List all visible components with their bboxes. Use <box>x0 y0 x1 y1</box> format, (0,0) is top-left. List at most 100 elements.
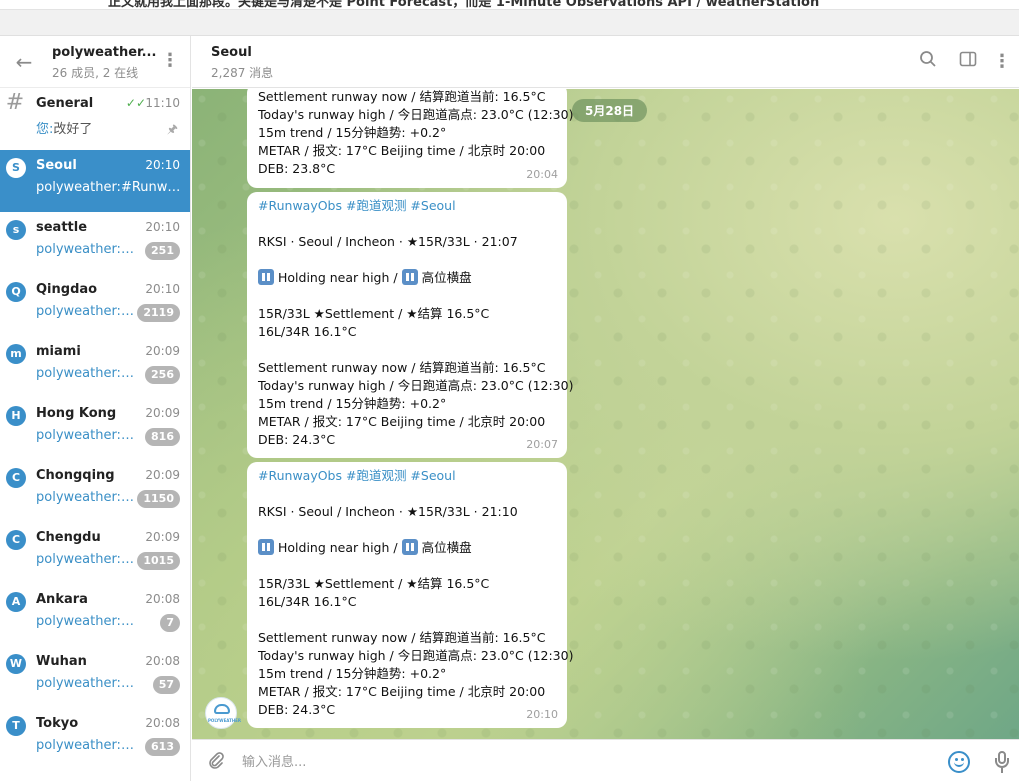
unread-badge: 256 <box>145 366 180 384</box>
runway-line: 15R/33L ★Settlement / ★结算 16.5°C <box>258 306 490 321</box>
topic-last-message: polyweather:#... <box>36 304 144 319</box>
station-line: RKSI · Seoul / Incheon · ★15R/33L · 21:1… <box>258 504 518 519</box>
emoji-icon[interactable] <box>948 751 970 773</box>
topic-icon: A <box>6 592 26 612</box>
message-input[interactable] <box>242 750 922 774</box>
message-line: Settlement runway now / 结算跑道当前: 16.5°C <box>258 360 546 375</box>
unread-badge: 251 <box>145 242 180 260</box>
bot-avatar[interactable]: POLYWEATHER <box>205 697 241 729</box>
topic-time: 20:10 <box>145 282 180 296</box>
topic-name: Chengdu <box>36 530 101 545</box>
message-bubble[interactable]: Settlement runway now / 结算跑道当前: 16.5°C To… <box>247 89 573 188</box>
topic-icon: C <box>6 530 26 550</box>
topic-item-general[interactable]: # General ✓✓ 11:10 您:改好了 🖈 <box>0 88 190 150</box>
back-arrow-icon[interactable]: ← <box>12 50 36 74</box>
topic-icon: T <box>6 716 26 736</box>
message-time: 20:10 <box>526 708 558 721</box>
topic-item-miami[interactable]: mmiami 20:09polyweather:#Ai...256 <box>0 336 190 398</box>
unread-badge: 613 <box>145 738 180 756</box>
topic-name: Ankara <box>36 592 88 607</box>
topic-last-message: polyweather:#Ai... <box>36 366 144 381</box>
message-time: 20:04 <box>526 168 558 181</box>
topic-last-message: polyweather:#Airp... <box>36 614 144 629</box>
message-line: DEB: 24.3°C <box>258 702 336 717</box>
runway-line: 16L/34R 16.1°C <box>258 594 357 609</box>
status-line: Holding near high / 高位横盘 <box>258 539 557 557</box>
topic-item-qingdao[interactable]: Q Qingdao 20:10 polyweather:#... 2119 <box>0 274 190 336</box>
topic-icon: H <box>6 406 26 426</box>
unread-badge: 1150 <box>137 490 180 508</box>
search-icon[interactable] <box>916 50 940 74</box>
paperclip-icon[interactable] <box>204 750 228 774</box>
message-line: 15m trend / 15分钟趋势: +0.2° <box>258 666 447 681</box>
message-line: DEB: 24.3°C <box>258 432 336 447</box>
topic-item-seoul[interactable]: S Seoul 20:10 polyweather:#Runway... <box>0 150 190 212</box>
message-line: Today's runway high / 今日跑道高点: 23.0°C (12… <box>258 648 574 663</box>
topic-name: Wuhan <box>36 654 87 669</box>
topic-icon: C <box>6 468 26 488</box>
topic-time: 11:10 <box>145 96 180 110</box>
message-area[interactable]: 5月28日 Settlement runway now / 结算跑道当前: 16… <box>192 89 1019 739</box>
cloud-icon <box>214 704 230 714</box>
topic-time: 20:09 <box>145 406 180 420</box>
topic-time: 20:10 <box>145 158 180 172</box>
topic-icon: m <box>6 344 26 364</box>
status-line: Holding near high / 高位横盘 <box>258 269 557 287</box>
group-title: polyweather... <box>52 45 157 60</box>
message-line: Settlement runway now / 结算跑道当前: 16.5°C <box>258 630 546 645</box>
topic-name: General <box>36 96 94 111</box>
topic-item-tokyo[interactable]: T Tokyo 20:08polyweather:#Ai...613 <box>0 708 190 770</box>
topic-last-message: polyweather:#Ai... <box>36 242 144 257</box>
message-time: 20:07 <box>526 438 558 451</box>
topic-icon: Q <box>6 282 26 302</box>
topic-icon: s <box>6 220 26 240</box>
message-bubble[interactable]: #RunwayObs #跑道观测 #Seoul RKSI · Seoul / I… <box>247 462 574 728</box>
topic-name: Tokyo <box>36 716 79 731</box>
topic-last-message: 您:改好了 <box>36 122 93 137</box>
unread-badge: 7 <box>160 614 180 632</box>
message-bubble[interactable]: #RunwayObs #跑道观测 #Seoul RKSI · Seoul / I… <box>247 192 574 458</box>
topic-list: # General ✓✓ 11:10 您:改好了 🖈 S Seoul 20:10 polyweat… <box>0 88 190 770</box>
double-check-icon: ✓✓ <box>125 96 146 110</box>
topic-icon: S <box>6 158 26 178</box>
message-line: METAR / 报文: 17°C Beijing time / 北京时 20:0… <box>258 143 546 158</box>
topic-item-wuhan[interactable]: W Wuhan 20:08polyweather:#Air... 57 <box>0 646 190 708</box>
runway-line: 16L/34R 16.1°C <box>258 324 357 339</box>
topic-name: Hong Kong <box>36 406 117 421</box>
chat-message-count: 2,287 消息 <box>211 66 274 80</box>
unread-badge: 57 <box>152 676 180 694</box>
message-line: METAR / 报文: 17°C Beijing time / 北京时 20:0… <box>258 414 546 429</box>
unread-badge: 2119 <box>137 304 180 322</box>
message-line: Today's runway high / 今日跑道高点: 23.0°C (12… <box>258 378 574 393</box>
pause-icon <box>258 539 274 555</box>
topic-item-hong-kong[interactable]: H Hong Kong 20:09polyweather:#Ai...816 <box>0 398 190 460</box>
topic-item-chongqing[interactable]: C Chongqing 20:09 polyweather:#... 1150 <box>0 460 190 522</box>
hashtags[interactable]: #RunwayObs #跑道观测 #Seoul <box>258 467 557 485</box>
chat-title: Seoul <box>211 45 252 60</box>
topic-time: 20:09 <box>145 530 180 544</box>
topic-name: Seoul <box>36 158 77 173</box>
message-line: 15m trend / 15分钟趋势: +0.2° <box>258 396 447 411</box>
sidebar-header: ← polyweather... 26 成员, 2 在线 ⋮ <box>0 36 190 88</box>
message-line: DEB: 23.8°C <box>258 161 336 176</box>
more-vertical-icon[interactable]: ⋮ <box>990 50 1014 74</box>
microphone-icon[interactable] <box>992 750 1012 774</box>
topic-item-ankara[interactable]: A Ankara 20:08polyweather:#Airp... 7 <box>0 584 190 646</box>
message-line: 15m trend / 15分钟趋势: +0.2° <box>258 125 447 140</box>
topic-item-seattle[interactable]: s seattle 20:10polyweather:#Ai...251 <box>0 212 190 274</box>
more-vertical-icon[interactable]: ⋮ <box>160 50 180 74</box>
group-member-count: 26 成员, 2 在线 <box>52 66 139 80</box>
topic-name: miami <box>36 344 81 359</box>
topic-last-message: polyweather:#Runway... <box>36 180 181 195</box>
topic-item-chengdu[interactable]: C Chengdu 20:09 polyweather:#... 1015 <box>0 522 190 584</box>
pause-icon <box>401 539 418 555</box>
sidebar-toggle-icon[interactable] <box>956 50 980 74</box>
topic-time: 20:09 <box>145 468 180 482</box>
message-composer <box>192 739 1019 781</box>
chat-header: Seoul 2,287 消息 ⋮ <box>192 36 1019 88</box>
topic-sidebar: ← polyweather... 26 成员, 2 在线 ⋮ # General ✓… <box>0 36 191 781</box>
pause-icon <box>401 269 418 285</box>
topic-time: 20:08 <box>145 716 180 730</box>
topic-icon: W <box>6 654 26 674</box>
hashtags[interactable]: #RunwayObs #跑道观测 #Seoul <box>258 197 557 215</box>
